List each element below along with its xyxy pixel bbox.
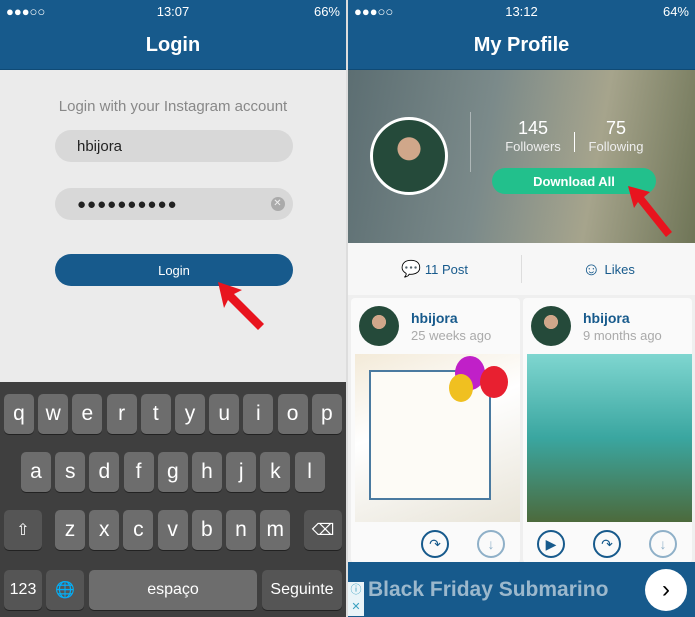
username-field[interactable]: hbijora — [55, 130, 293, 162]
key-t[interactable]: t — [140, 394, 171, 434]
separator — [574, 132, 575, 152]
key-s[interactable]: s — [55, 452, 86, 492]
likes-label: Likes — [604, 261, 635, 277]
following-stat[interactable]: 75 Following — [576, 118, 656, 154]
play-icon[interactable]: ▶ — [537, 530, 565, 558]
clear-icon[interactable]: ✕ — [271, 197, 285, 211]
avatar — [531, 306, 571, 346]
post-username[interactable]: hbijora — [583, 310, 630, 326]
tab-likes[interactable]: ☺ Likes — [522, 259, 695, 280]
key-l[interactable]: l — [294, 452, 325, 492]
post-video-thumbnail[interactable] — [527, 354, 692, 522]
key-v[interactable]: v — [157, 510, 188, 550]
post-card[interactable]: hbijora 25 weeks ago ↷ ↓ — [351, 298, 520, 563]
key-e[interactable]: e — [72, 394, 103, 434]
post-card[interactable]: hbijora 9 months ago ▶ ↷ ↓ — [523, 298, 692, 563]
profile-header: 145 Followers 75 Following Download All — [348, 70, 695, 243]
key-y[interactable]: y — [175, 394, 205, 434]
post-username[interactable]: hbijora — [411, 310, 458, 326]
key-z[interactable]: z — [55, 510, 85, 550]
balloon — [480, 366, 508, 398]
profile-tabs: 💬 11 Post ☺ Likes — [348, 243, 695, 295]
followers-stat[interactable]: 145 Followers — [493, 118, 573, 154]
key-g[interactable]: g — [157, 452, 188, 492]
backspace-key[interactable]: ⌫ — [304, 510, 342, 550]
globe-icon[interactable]: 🌐 — [46, 570, 84, 610]
tab-posts[interactable]: 💬 11 Post — [348, 259, 521, 279]
key-p[interactable]: p — [311, 394, 342, 434]
red-arrow-icon — [218, 282, 264, 330]
key-w[interactable]: w — [38, 394, 69, 434]
post-time: 9 months ago — [583, 328, 662, 343]
download-icon[interactable]: ↓ — [477, 530, 505, 558]
balloon — [449, 374, 473, 402]
battery-level: 64% — [662, 3, 689, 19]
key-a[interactable]: a — [21, 452, 51, 492]
key-r[interactable]: r — [106, 394, 137, 434]
key-b[interactable]: b — [191, 510, 222, 550]
post-time: 25 weeks ago — [411, 328, 492, 343]
status-bar: ●●●○○ 13:07 66% — [0, 0, 346, 22]
download-icon[interactable]: ↓ — [649, 530, 677, 558]
key-q[interactable]: q — [4, 394, 34, 434]
following-count: 75 — [605, 118, 627, 138]
status-time: 13:07 — [156, 3, 190, 19]
share-icon[interactable]: ↷ — [421, 530, 449, 558]
password-field[interactable]: ●●●●●●●●●● ✕ — [55, 188, 293, 220]
following-label: Following — [588, 139, 644, 154]
login-screen: ●●●○○ 13:07 66% Login Login with your In… — [0, 0, 346, 617]
key-x[interactable]: x — [89, 510, 120, 550]
status-bar: ●●●○○ 13:12 64% — [348, 0, 695, 22]
shift-key[interactable]: ⇧ — [4, 510, 42, 550]
followers-label: Followers — [505, 139, 561, 154]
key-u[interactable]: u — [209, 394, 240, 434]
smiley-icon: ☺ — [582, 258, 601, 279]
ad-text: Black Friday Submarino — [368, 577, 609, 601]
key-n[interactable]: n — [226, 510, 256, 550]
profile-screen: ●●●○○ 13:12 64% My Profile 145 Followers … — [348, 0, 695, 617]
password-value: ●●●●●●●●●● — [77, 195, 178, 213]
key-f[interactable]: f — [123, 452, 154, 492]
numbers-key[interactable]: 123 — [4, 570, 42, 610]
nav-title: My Profile — [348, 22, 695, 70]
keyboard: q w e r t y u i o p a s d f g h j k l ⇧ z x c v b n m ⌫ 123 🌐 espaço Se… — [0, 382, 346, 617]
key-i[interactable]: i — [243, 394, 274, 434]
comment-icon: 💬 — [400, 261, 421, 278]
post-image[interactable] — [355, 354, 520, 522]
ad-info-icon[interactable]: ⓘ ✕ — [348, 582, 364, 616]
key-k[interactable]: k — [260, 452, 291, 492]
key-c[interactable]: c — [123, 510, 154, 550]
ad-banner[interactable]: ⓘ ✕ Black Friday Submarino › — [348, 562, 695, 617]
return-key[interactable]: Seguinte — [262, 570, 342, 610]
posts-label: 11 Post — [424, 261, 469, 277]
key-h[interactable]: h — [192, 452, 222, 492]
key-m[interactable]: m — [260, 510, 291, 550]
red-arrow-icon — [628, 186, 672, 237]
key-o[interactable]: o — [277, 394, 308, 434]
nav-title: Login — [0, 22, 346, 70]
key-d[interactable]: d — [89, 452, 120, 492]
separator — [470, 112, 471, 172]
avatar — [370, 117, 448, 195]
key-j[interactable]: j — [226, 452, 257, 492]
signal-indicator: ●●●○○ — [354, 3, 394, 19]
followers-count: 145 — [517, 118, 549, 138]
signal-indicator: ●●●○○ — [6, 3, 46, 19]
chevron-right-icon[interactable]: › — [645, 569, 687, 611]
avatar — [359, 306, 399, 346]
space-key[interactable]: espaço — [89, 570, 257, 610]
status-time: 13:12 — [505, 3, 538, 19]
battery-level: 66% — [313, 3, 340, 19]
login-prompt: Login with your Instagram account — [58, 98, 288, 115]
share-icon[interactable]: ↷ — [593, 530, 621, 558]
